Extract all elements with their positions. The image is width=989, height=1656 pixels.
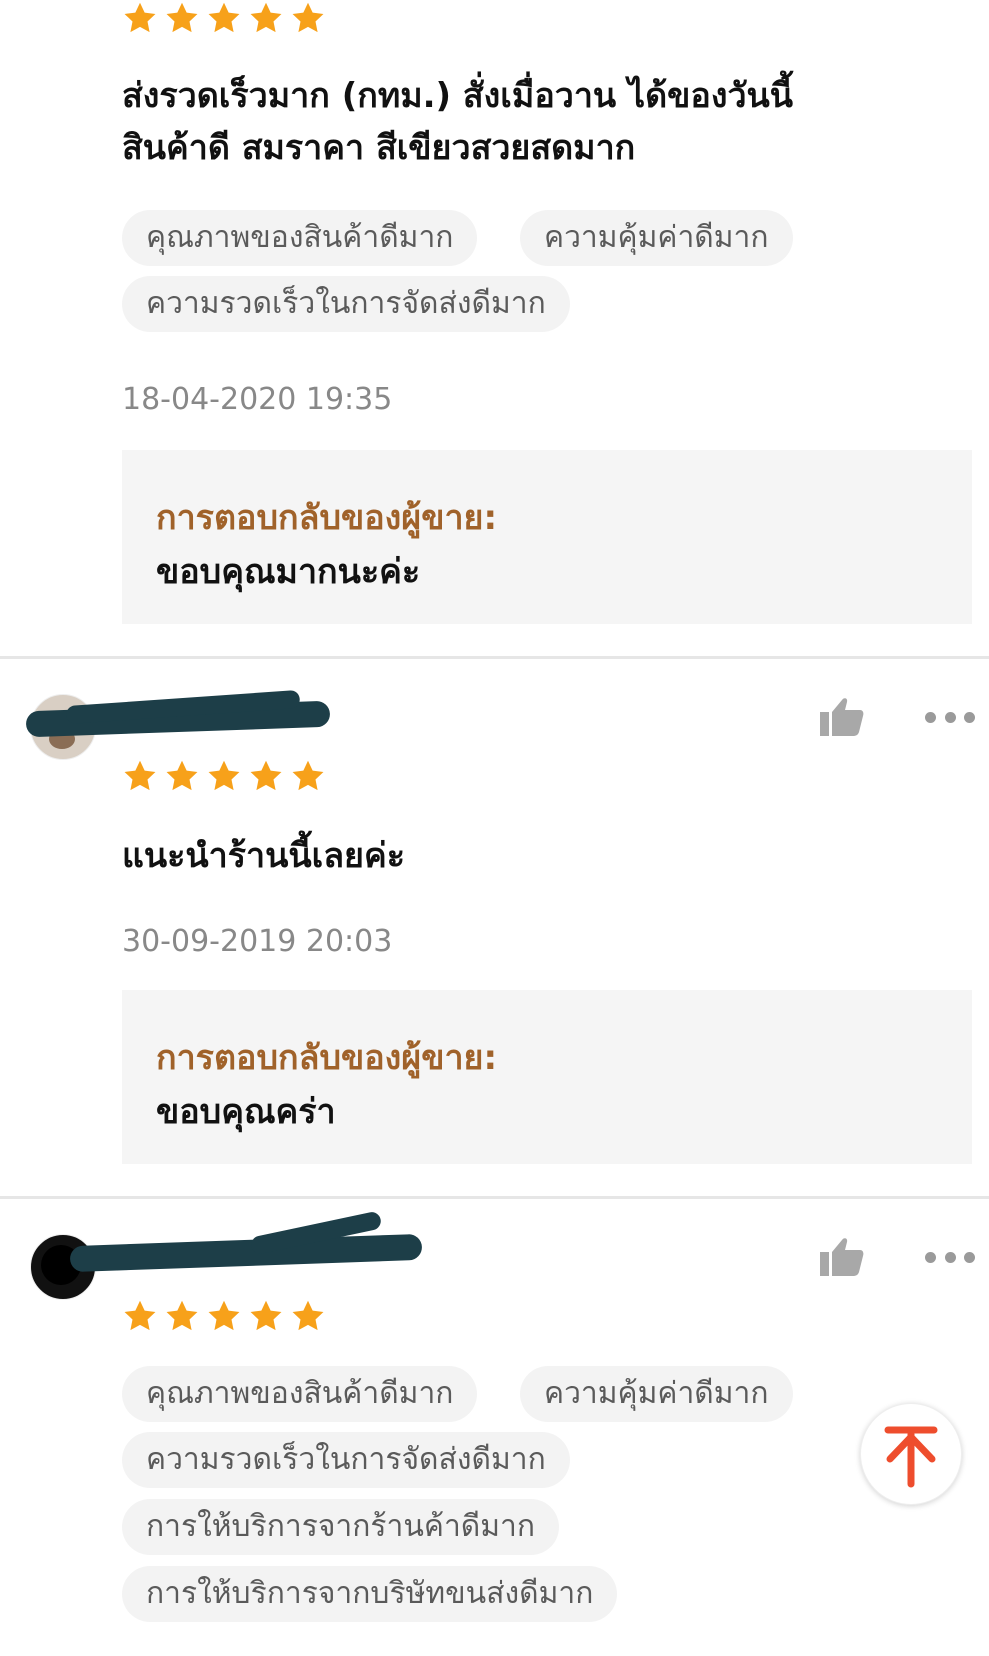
review-comment-line: ส่งรวดเร็วมาก (กทม.) สั่งเมื่อวาน ได้ของ… bbox=[122, 76, 794, 116]
star-icon bbox=[250, 1300, 282, 1331]
seller-reply-box: การตอบกลับของผู้ขาย: ขอบคุณคร่า bbox=[122, 990, 972, 1164]
star-icon bbox=[250, 2, 282, 33]
redaction-mark bbox=[69, 1233, 423, 1273]
thumbs-up-icon[interactable] bbox=[820, 1236, 864, 1276]
seller-reply-label: การตอบกลับของผู้ขาย: bbox=[156, 498, 498, 538]
seller-reply-box: การตอบกลับของผู้ขาย: ขอบคุณมากนะค่ะ bbox=[122, 450, 972, 624]
rating-stars bbox=[122, 0, 326, 40]
seller-reply-label: การตอบกลับของผู้ขาย: bbox=[156, 1038, 498, 1078]
rating-stars bbox=[122, 1298, 326, 1338]
thumbs-up-icon[interactable] bbox=[820, 696, 864, 736]
review-timestamp: 30-09-2019 20:03 bbox=[122, 924, 393, 959]
rating-stars bbox=[122, 758, 326, 798]
review-tag: คุณภาพของสินค้าดีมาก bbox=[122, 210, 478, 266]
star-icon bbox=[166, 1300, 198, 1331]
more-dot bbox=[964, 1251, 975, 1263]
star-icon bbox=[292, 1300, 324, 1331]
review-tag: ความรวดเร็วในการจัดส่งดีมาก bbox=[122, 1432, 570, 1488]
more-options-icon[interactable] bbox=[925, 1250, 975, 1264]
star-icon bbox=[208, 2, 240, 33]
more-dot bbox=[964, 711, 975, 723]
star-icon bbox=[292, 2, 324, 33]
username-redacted bbox=[69, 1210, 423, 1273]
review-tag: การให้บริการจากร้านค้าดีมาก bbox=[122, 1499, 560, 1555]
review-tag: การให้บริการจากบริษัทขนส่งดีมาก bbox=[122, 1566, 618, 1622]
review-timestamp: 18-04-2020 19:35 bbox=[122, 382, 393, 417]
review-divider bbox=[0, 1196, 989, 1199]
star-icon bbox=[292, 760, 324, 791]
username-redacted bbox=[25, 689, 331, 738]
review-comment-line: สินค้าดี สมราคา สีเขียวสวยสดมาก bbox=[122, 128, 636, 168]
star-icon bbox=[166, 2, 198, 33]
star-icon bbox=[124, 760, 156, 791]
back-to-top-button[interactable] bbox=[860, 1403, 962, 1505]
star-icon bbox=[250, 760, 282, 791]
star-icon bbox=[208, 760, 240, 791]
review-tag: ความรวดเร็วในการจัดส่งดีมาก bbox=[122, 276, 570, 332]
star-icon bbox=[166, 760, 198, 791]
review-tag: ความคุ้มค่าดีมาก bbox=[520, 210, 793, 266]
more-options-icon[interactable] bbox=[925, 710, 975, 724]
review-tag: ความคุ้มค่าดีมาก bbox=[520, 1366, 793, 1422]
more-dot bbox=[944, 1251, 956, 1263]
star-icon bbox=[124, 1300, 156, 1331]
arrow-up-icon bbox=[884, 1426, 938, 1488]
star-icon bbox=[124, 2, 156, 33]
more-dot bbox=[944, 711, 956, 723]
review-divider bbox=[0, 656, 989, 659]
star-icon bbox=[208, 1300, 240, 1331]
more-dot bbox=[925, 711, 936, 723]
review-comment: แนะนำร้านนี้เลยค่ะ bbox=[122, 830, 842, 882]
more-dot bbox=[925, 1251, 936, 1263]
review-tag: คุณภาพของสินค้าดีมาก bbox=[122, 1366, 478, 1422]
review-comment: ส่งรวดเร็วมาก (กทม.) สั่งเมื่อวาน ได้ของ… bbox=[122, 70, 842, 174]
seller-reply-text: ขอบคุณคร่า bbox=[156, 1092, 336, 1132]
seller-reply-text: ขอบคุณมากนะค่ะ bbox=[156, 552, 421, 592]
review-comment-line: แนะนำร้านนี้เลยค่ะ bbox=[122, 836, 405, 876]
